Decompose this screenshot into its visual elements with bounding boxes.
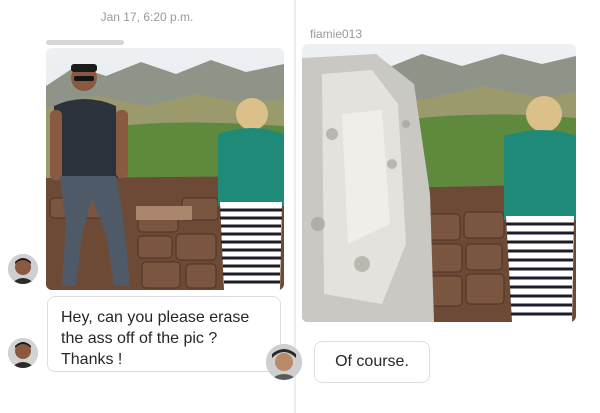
person-avatar-icon [8,254,38,284]
sent-message-bubble[interactable]: Hey, can you please erase the ass off of… [47,296,281,372]
responder-avatar[interactable] [266,344,302,380]
reply-message-bubble[interactable]: Of course. [314,341,430,383]
photo-graphic [46,48,284,290]
message-line-1: Hey, can you please erase [61,309,250,326]
sender-avatar[interactable] [8,254,38,284]
message-timestamp: Jan 17, 6:20 p.m. [100,10,194,24]
person-avatar-icon [8,338,38,368]
message-line-3: Thanks ! [61,351,123,368]
right-chat-panel: fiamie013 Of course. [296,0,600,413]
sender-username: fiamie013 [310,27,363,41]
sender-avatar-2[interactable] [8,338,38,368]
message-line-2: the ass off of the pic ? [61,330,218,347]
sent-photo[interactable] [46,48,284,290]
photo-graphic [302,44,576,322]
edited-photo[interactable] [302,44,576,322]
person-avatar-icon [266,344,302,380]
left-chat-panel: Jan 17, 6:20 p.m. Hey, can you please er… [0,0,294,413]
blurred-text-line [46,40,124,45]
